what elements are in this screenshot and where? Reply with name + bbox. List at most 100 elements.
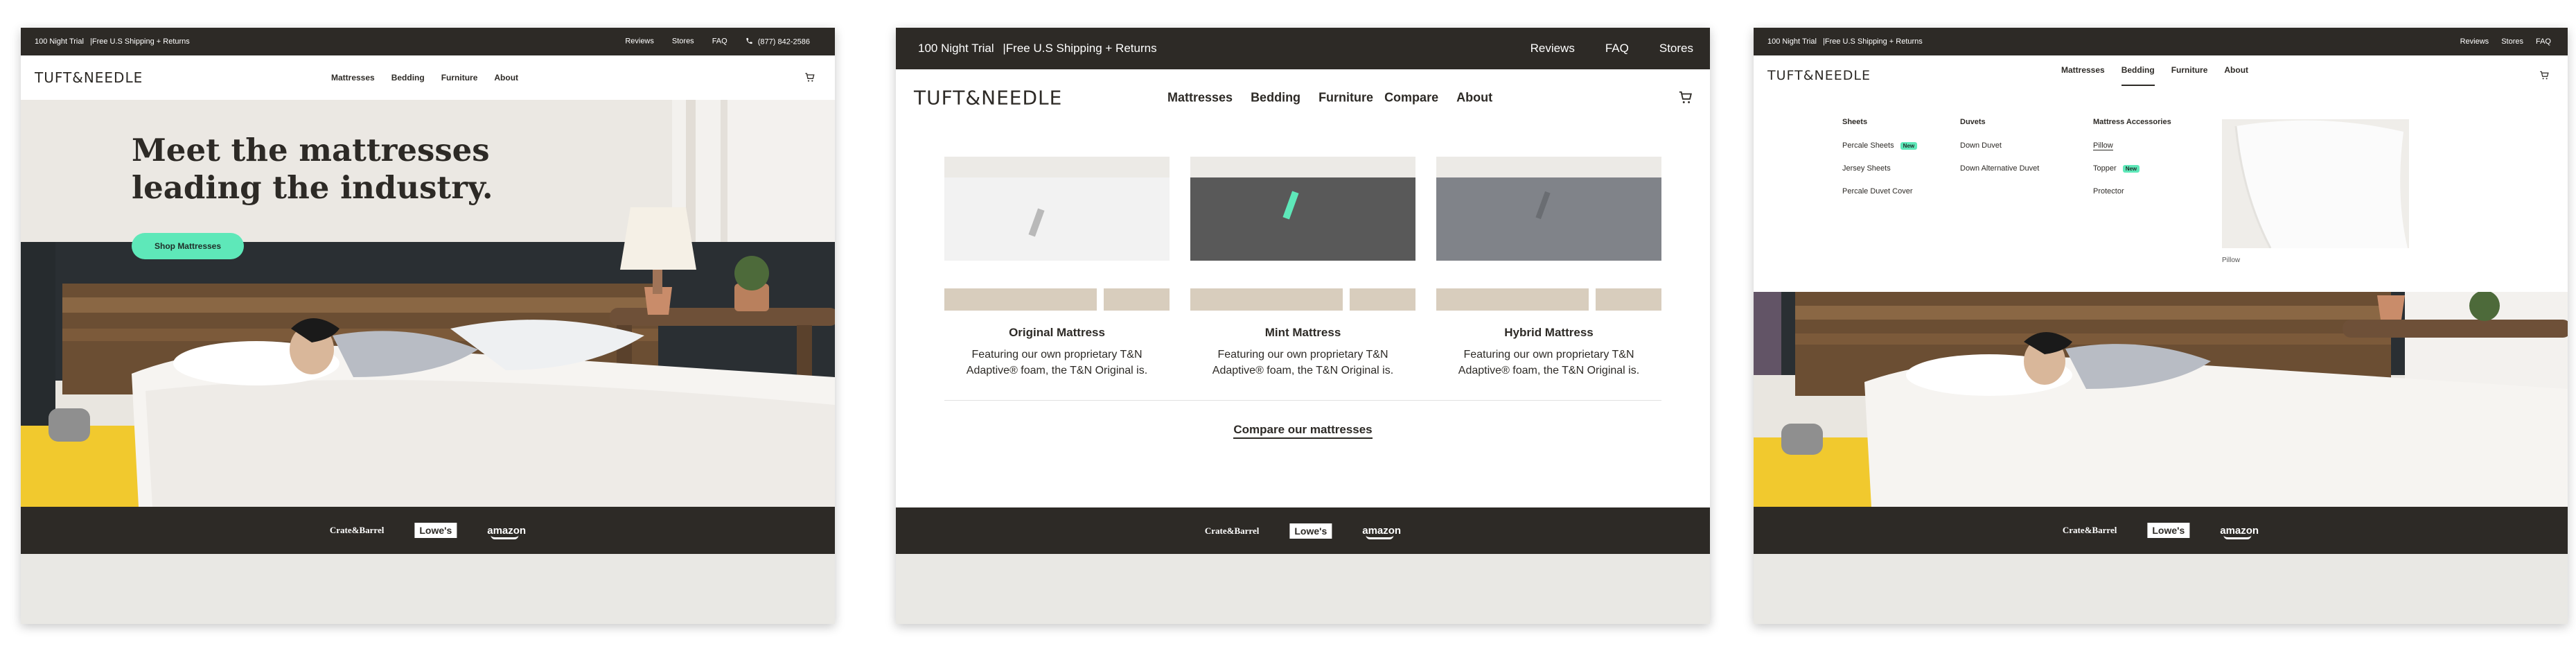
pillow-preview-image[interactable]: [2222, 119, 2409, 248]
shipping-text: |Free U.S Shipping + Returns: [90, 37, 190, 46]
nav-item-about[interactable]: About: [1456, 91, 1492, 105]
cart-icon[interactable]: [1678, 90, 1693, 105]
shop-mattresses-button[interactable]: Shop Mattresses: [132, 233, 244, 259]
brand-logo[interactable]: TUFT&NEEDLE: [35, 69, 143, 86]
new-badge: New: [1900, 142, 1918, 150]
announcement-text: 100 Night Trial |Free U.S Shipping + Ret…: [35, 37, 190, 46]
nav-item-compare[interactable]: Compare: [1384, 91, 1438, 105]
phone-icon: [746, 37, 752, 44]
bedroom-photo: [1754, 292, 2568, 507]
hybrid-mattress-photo: [1436, 157, 1661, 311]
nav-item-furniture[interactable]: Furniture: [2171, 65, 2208, 86]
hero-headline-line1: Meet the mattresses: [132, 132, 490, 168]
down-alternative-duvet-link[interactable]: Down Alternative Duvet: [1960, 164, 2039, 173]
shipping-text: |Free U.S Shipping + Returns: [1823, 37, 1923, 46]
bedding-mega-menu: Sheets Percale Sheets New Jersey Sheets …: [1754, 96, 2568, 292]
crate-barrel-logo: Crate&Barrel: [1204, 525, 1260, 536]
main-nav: TUFT&NEEDLE Mattresses Bedding Furniture…: [896, 69, 1710, 127]
trial-text: 100 Night Trial: [1767, 37, 1817, 46]
link-label: Percale Sheets: [1842, 141, 1894, 150]
original-mattress-title[interactable]: Original Mattress: [944, 326, 1170, 340]
desc-line: Featuring our own proprietary T&N: [971, 349, 1143, 361]
brand-logo[interactable]: TUFT&NEEDLE: [1767, 68, 1871, 83]
nav-item-bedding[interactable]: Bedding: [1251, 91, 1300, 105]
divider: [944, 400, 1661, 401]
mint-mattress-photo: [1190, 157, 1415, 311]
hybrid-mattress-image[interactable]: [1436, 157, 1661, 311]
reviews-link[interactable]: Reviews: [625, 37, 654, 46]
announcement-bar: 100 Night Trial |Free U.S Shipping + Ret…: [21, 28, 835, 55]
stores-link[interactable]: Stores: [2501, 37, 2523, 46]
screenshot-panel-home: 100 Night Trial |Free U.S Shipping + Ret…: [21, 28, 835, 624]
main-nav: TUFT&NEEDLE Mattresses Bedding Furniture…: [21, 55, 835, 101]
shipping-text: |Free U.S Shipping + Returns: [1003, 42, 1157, 55]
retailer-bar: Crate&Barrel Lowe's amazon: [896, 507, 1710, 554]
reviews-link[interactable]: Reviews: [1530, 42, 1575, 55]
nav-item-about[interactable]: About: [494, 73, 518, 82]
lowes-logo: Lowe's: [1289, 523, 1332, 539]
cart-icon[interactable]: [804, 72, 815, 83]
amazon-logo: amazon: [1362, 525, 1402, 539]
stores-link[interactable]: Stores: [672, 37, 694, 46]
nav-links: Mattresses Bedding Furniture About: [2061, 65, 2248, 86]
duvets-heading: Duvets: [1960, 118, 1986, 126]
faq-link[interactable]: FAQ: [712, 37, 727, 46]
topper-link[interactable]: Topper New: [2093, 164, 2140, 173]
jersey-sheets-link[interactable]: Jersey Sheets: [1842, 164, 1891, 173]
hybrid-mattress-description: Featuring our own proprietary T&N Adapti…: [1436, 347, 1661, 379]
nav-item-about[interactable]: About: [2224, 65, 2248, 86]
trial-text: 100 Night Trial: [918, 42, 994, 55]
main-nav: TUFT&NEEDLE Mattresses Bedding Furniture…: [1754, 55, 2568, 96]
original-mattress-image[interactable]: [944, 157, 1170, 311]
percale-sheets-link[interactable]: Percale Sheets New: [1842, 141, 1918, 150]
nav-item-mattresses[interactable]: Mattresses: [1167, 91, 1233, 105]
announcement-bar: 100 Night Trial |Free U.S Shipping + Ret…: [896, 28, 1710, 69]
nav-item-furniture[interactable]: Furniture: [1318, 91, 1373, 105]
trial-text: 100 Night Trial: [35, 37, 84, 46]
screenshot-panel-mattress-menu: 100 Night Trial |Free U.S Shipping + Ret…: [896, 28, 1710, 624]
reviews-link[interactable]: Reviews: [2460, 37, 2489, 46]
link-label: Topper: [2093, 164, 2117, 173]
retailer-bar: Crate&Barrel Lowe's amazon: [21, 507, 835, 554]
hero-image-behind-menu: [1754, 292, 2568, 507]
mint-mattress-description: Featuring our own proprietary T&N Adapti…: [1190, 347, 1415, 379]
new-badge: New: [2122, 165, 2140, 173]
nav-links: Mattresses Bedding Furniture About: [331, 73, 518, 82]
desc-line: Adaptive® foam, the T&N Original is.: [966, 365, 1148, 377]
pillow-link[interactable]: Pillow: [2093, 141, 2113, 150]
mint-mattress-title[interactable]: Mint Mattress: [1190, 326, 1415, 340]
hybrid-mattress-title[interactable]: Hybrid Mattress: [1436, 326, 1661, 340]
retailer-bar: Crate&Barrel Lowe's amazon: [1754, 507, 2568, 554]
phone-link[interactable]: (877) 842-2586: [746, 37, 810, 46]
lowes-logo: Lowe's: [414, 523, 457, 538]
desc-line: Adaptive® foam, the T&N Original is.: [1212, 365, 1394, 377]
nav-item-furniture[interactable]: Furniture: [441, 73, 478, 82]
sheets-heading: Sheets: [1842, 118, 1868, 126]
nav-item-bedding[interactable]: Bedding: [2121, 65, 2155, 86]
protector-link[interactable]: Protector: [2093, 187, 2124, 196]
mint-mattress-image[interactable]: [1190, 157, 1415, 311]
crate-barrel-logo: Crate&Barrel: [329, 525, 385, 535]
down-duvet-link[interactable]: Down Duvet: [1960, 141, 2002, 150]
original-mattress-photo: [944, 157, 1170, 311]
brand-logo[interactable]: TUFT&NEEDLE: [914, 87, 1062, 110]
percale-duvet-cover-link[interactable]: Percale Duvet Cover: [1842, 187, 1913, 196]
faq-link[interactable]: FAQ: [2536, 37, 2551, 46]
desc-line: Adaptive® foam, the T&N Original is.: [1458, 365, 1640, 377]
nav-item-bedding[interactable]: Bedding: [391, 73, 425, 82]
compare-link-wrap: Compare our mattresses: [896, 423, 1710, 439]
hero-headline-line2: leading the industry.: [132, 169, 493, 206]
compare-mattresses-link[interactable]: Compare our mattresses: [1233, 423, 1373, 439]
faq-link[interactable]: FAQ: [1605, 42, 1629, 55]
pillow-photo: [2222, 119, 2409, 248]
original-mattress-description: Featuring our own proprietary T&N Adapti…: [944, 347, 1170, 379]
stores-link[interactable]: Stores: [1659, 42, 1693, 55]
cart-icon[interactable]: [2539, 71, 2550, 81]
hero-image: Meet the mattresses leading the industry…: [21, 100, 835, 507]
nav-item-mattresses[interactable]: Mattresses: [331, 73, 375, 82]
nav-item-mattresses[interactable]: Mattresses: [2061, 65, 2105, 86]
amazon-logo: amazon: [2220, 524, 2259, 539]
mattress-accessories-heading: Mattress Accessories: [2093, 118, 2171, 126]
lowes-logo: Lowe's: [2147, 523, 2190, 538]
mattress-mega-menu: Original Mattress Featuring our own prop…: [896, 126, 1710, 507]
